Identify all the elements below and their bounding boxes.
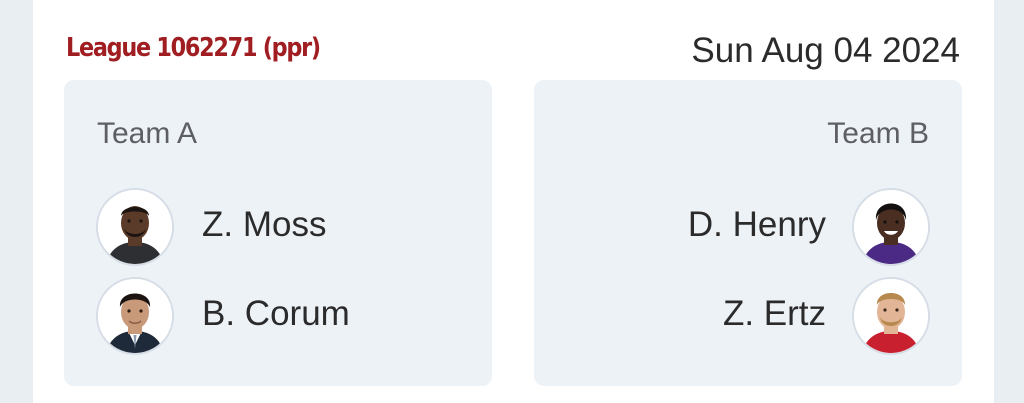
player-avatar bbox=[852, 188, 930, 266]
team-a-card: Team A Z. Moss B. Corum bbox=[64, 80, 492, 386]
player-headshot-icon bbox=[98, 279, 172, 353]
player-name: B. Corum bbox=[202, 294, 350, 333]
player-headshot-icon bbox=[98, 190, 172, 264]
player-name: Z. Ertz bbox=[722, 294, 826, 333]
player-avatar bbox=[96, 277, 174, 355]
player-headshot-icon bbox=[854, 190, 928, 264]
league-title[interactable]: League 1062271 (ppr) bbox=[66, 25, 321, 71]
team-b-card: Team B D. Henry Z. Ertz bbox=[534, 80, 962, 386]
player-name: D. Henry bbox=[687, 205, 826, 244]
player-avatar bbox=[852, 277, 930, 355]
team-b-player-1[interactable]: D. Henry bbox=[534, 188, 962, 266]
trade-date: Sun Aug 04 2024 bbox=[691, 31, 960, 70]
team-b-name: Team B bbox=[827, 117, 929, 150]
team-a-player-1[interactable]: Z. Moss bbox=[64, 188, 492, 266]
team-a-player-2[interactable]: B. Corum bbox=[64, 277, 492, 355]
team-b-player-2[interactable]: Z. Ertz bbox=[534, 277, 962, 355]
player-name: Z. Moss bbox=[202, 205, 327, 244]
player-headshot-icon bbox=[854, 279, 928, 353]
team-a-name: Team A bbox=[97, 117, 198, 150]
player-avatar bbox=[96, 188, 174, 266]
